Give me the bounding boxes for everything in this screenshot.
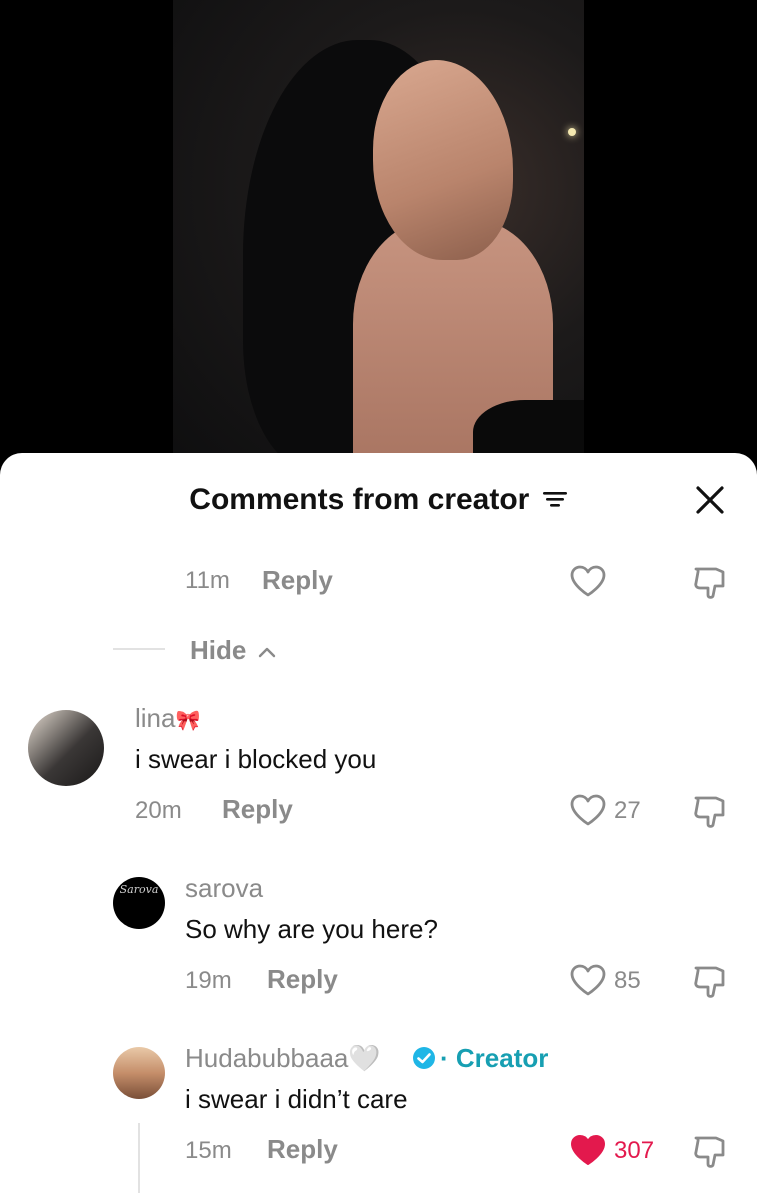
- like-count: 85: [614, 967, 641, 994]
- avatar[interactable]: [113, 1047, 165, 1099]
- comment-time: 15m: [185, 1137, 232, 1164]
- close-icon[interactable]: [693, 483, 727, 517]
- heart-icon[interactable]: [569, 564, 607, 603]
- hide-label: Hide: [190, 635, 247, 665]
- reply-button[interactable]: Reply: [262, 565, 333, 596]
- reply-button[interactable]: Reply: [222, 794, 293, 825]
- comment-time: 20m: [135, 797, 182, 824]
- dislike-icon[interactable]: [692, 792, 728, 835]
- comments-sheet: Comments from creator 11m Reply Hide lin…: [0, 453, 757, 1200]
- chevron-up-icon: [258, 647, 275, 658]
- comment-text: i swear i blocked you: [135, 744, 377, 774]
- creator-badge: · Creator: [440, 1043, 549, 1073]
- filter-icon[interactable]: [542, 484, 568, 518]
- comment-username[interactable]: sarova: [185, 873, 263, 904]
- dislike-icon[interactable]: [692, 1132, 728, 1175]
- comment-text: So why are you here?: [185, 914, 438, 944]
- verified-icon: [411, 1045, 437, 1076]
- dislike-icon[interactable]: [692, 563, 728, 606]
- hide-divider: [113, 648, 165, 650]
- comment-time: 11m: [185, 567, 230, 594]
- reply-button[interactable]: Reply: [267, 1134, 338, 1165]
- sheet-header: Comments from creator: [0, 483, 757, 518]
- sheet-title: Comments from creator: [189, 483, 530, 516]
- heart-icon[interactable]: [569, 963, 607, 1002]
- avatar[interactable]: Sarova: [113, 877, 165, 929]
- like-count: 27: [614, 797, 641, 824]
- comment-username[interactable]: Hudabubbaaa🤍: [185, 1043, 381, 1074]
- heart-icon[interactable]: [569, 793, 607, 832]
- comment-time: 19m: [185, 967, 232, 994]
- background-light: [568, 128, 576, 136]
- video-subject-face: [373, 60, 513, 260]
- thread-line: [138, 1123, 140, 1193]
- comment-text: i swear i didn’t care: [185, 1084, 408, 1114]
- video-frame[interactable]: [173, 0, 584, 470]
- reply-button[interactable]: Reply: [267, 964, 338, 995]
- comment-username[interactable]: lina🎀: [135, 703, 200, 734]
- avatar[interactable]: [28, 710, 104, 786]
- heart-filled-icon[interactable]: [569, 1133, 607, 1172]
- hide-replies-button[interactable]: Hide: [190, 635, 276, 666]
- dislike-icon[interactable]: [692, 962, 728, 1005]
- like-count: 307: [614, 1137, 655, 1164]
